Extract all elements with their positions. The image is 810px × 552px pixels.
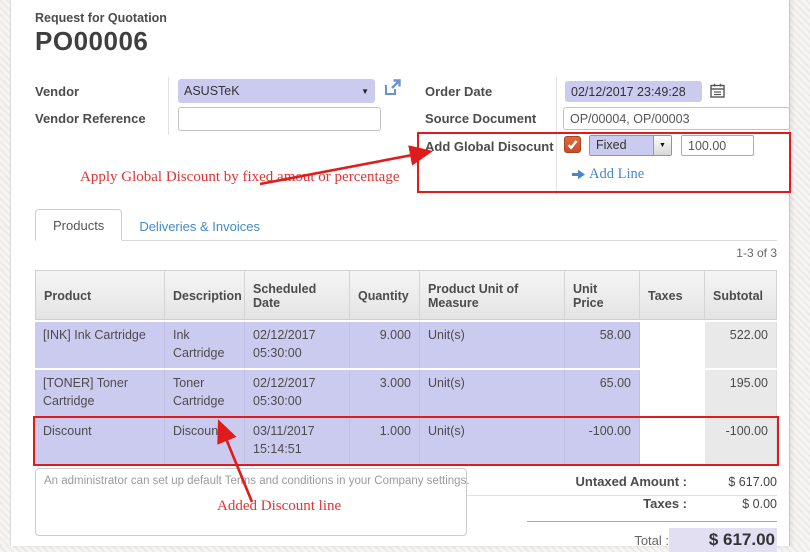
cell-product[interactable]: [TONER] Toner Cartridge [35, 370, 165, 416]
check-icon [567, 139, 578, 150]
page-title: PO00006 [35, 26, 148, 57]
cell-quantity[interactable]: 9.000 [350, 322, 420, 368]
order-date-label: Order Date [425, 84, 492, 99]
order-date-value: 02/12/2017 23:49:28 [571, 85, 686, 99]
cell-uom[interactable]: Unit(s) [420, 322, 565, 368]
source-document-input[interactable] [563, 107, 790, 130]
totals-divider [527, 521, 777, 522]
table-row-discount[interactable]: Discount Discount 03/11/201715:14:51 1.0… [35, 418, 777, 464]
col-description: Description [165, 270, 245, 320]
breadcrumb: Request for Quotation [35, 11, 167, 25]
untaxed-amount-label: Untaxed Amount : [576, 474, 687, 489]
cell-subtotal: 195.00 [705, 370, 777, 416]
cell-scheduled-date[interactable]: 03/11/201715:14:51 [245, 418, 350, 464]
discount-type-select[interactable]: Fixed ▼ [589, 135, 672, 156]
cell-quantity[interactable]: 3.000 [350, 370, 420, 416]
cell-scheduled-date[interactable]: 02/12/201705:30:00 [245, 370, 350, 416]
arrow-right-icon [572, 169, 585, 180]
cell-taxes[interactable] [640, 322, 705, 368]
chevron-down-icon: ▼ [361, 87, 369, 96]
annotation-global-discount-note: Apply Global Discount by fixed amout or … [80, 169, 400, 186]
cell-product[interactable]: [INK] Ink Cartridge [35, 322, 165, 368]
tab-products[interactable]: Products [35, 209, 122, 241]
table-row[interactable]: [TONER] Toner Cartridge Toner Cartridge … [35, 370, 777, 416]
cell-description[interactable]: Toner Cartridge [165, 370, 245, 416]
table-header-row: Product Description Scheduled Date Quant… [35, 270, 777, 320]
col-uom: Product Unit of Measure [420, 270, 565, 320]
cell-taxes[interactable] [640, 418, 705, 464]
annotation-discount-line-note: Added Discount line [217, 498, 341, 515]
vendor-value: ASUSTeK [184, 84, 240, 98]
order-lines-table: Product Description Scheduled Date Quant… [35, 270, 777, 496]
untaxed-amount-value: $ 617.00 [687, 475, 777, 489]
table-row[interactable]: [INK] Ink Cartridge Ink Cartridge 02/12/… [35, 322, 777, 368]
cell-taxes[interactable] [640, 370, 705, 416]
notebook-tabs: Products Deliveries & Invoices [35, 210, 777, 241]
col-taxes: Taxes [640, 270, 705, 320]
right-group-separator [556, 77, 557, 195]
totals-panel: Untaxed Amount : $ 617.00 Taxes : $ 0.00… [527, 474, 777, 552]
col-unit-price: Unit Price [565, 270, 640, 320]
cell-uom[interactable]: Unit(s) [420, 418, 565, 464]
col-quantity: Quantity [350, 270, 420, 320]
calendar-icon[interactable] [710, 83, 725, 98]
cell-description[interactable]: Discount [165, 418, 245, 464]
cell-uom[interactable]: Unit(s) [420, 370, 565, 416]
add-line-label: Add Line [589, 166, 644, 183]
vendor-select[interactable]: ASUSTeK ▼ [178, 79, 375, 103]
tab-deliveries-invoices[interactable]: Deliveries & Invoices [122, 211, 277, 241]
taxes-value: $ 0.00 [687, 497, 777, 511]
global-discount-label: Add Global Disocunt [425, 139, 554, 154]
cell-product[interactable]: Discount [35, 418, 165, 464]
pager: 1-3 of 3 [736, 246, 777, 260]
add-line-link[interactable]: Add Line [572, 166, 644, 183]
order-date-field[interactable]: 02/12/2017 23:49:28 [565, 81, 702, 102]
open-record-icon[interactable] [382, 78, 402, 98]
total-value: $ 617.00 [669, 528, 777, 552]
col-subtotal: Subtotal [705, 270, 777, 320]
vendor-label: Vendor [35, 84, 79, 99]
cell-quantity[interactable]: 1.000 [350, 418, 420, 464]
total-label: Total : [634, 533, 669, 548]
vendor-reference-label: Vendor Reference [35, 111, 146, 126]
cell-description[interactable]: Ink Cartridge [165, 322, 245, 368]
left-group-separator [168, 77, 169, 135]
cell-unit-price[interactable]: -100.00 [565, 418, 640, 464]
cell-unit-price[interactable]: 65.00 [565, 370, 640, 416]
global-discount-checkbox[interactable] [564, 136, 581, 153]
chevron-down-icon: ▼ [653, 136, 671, 155]
col-product: Product [35, 270, 165, 320]
discount-amount-input[interactable] [681, 135, 754, 156]
cell-unit-price[interactable]: 58.00 [565, 322, 640, 368]
discount-type-value: Fixed [590, 136, 653, 155]
cell-subtotal: -100.00 [705, 418, 777, 464]
col-scheduled-date: Scheduled Date [245, 270, 350, 320]
vendor-reference-input[interactable] [178, 107, 381, 131]
source-document-label: Source Document [425, 111, 536, 126]
cell-scheduled-date[interactable]: 02/12/201705:30:00 [245, 322, 350, 368]
taxes-label: Taxes : [643, 496, 687, 511]
cell-subtotal: 522.00 [705, 322, 777, 368]
